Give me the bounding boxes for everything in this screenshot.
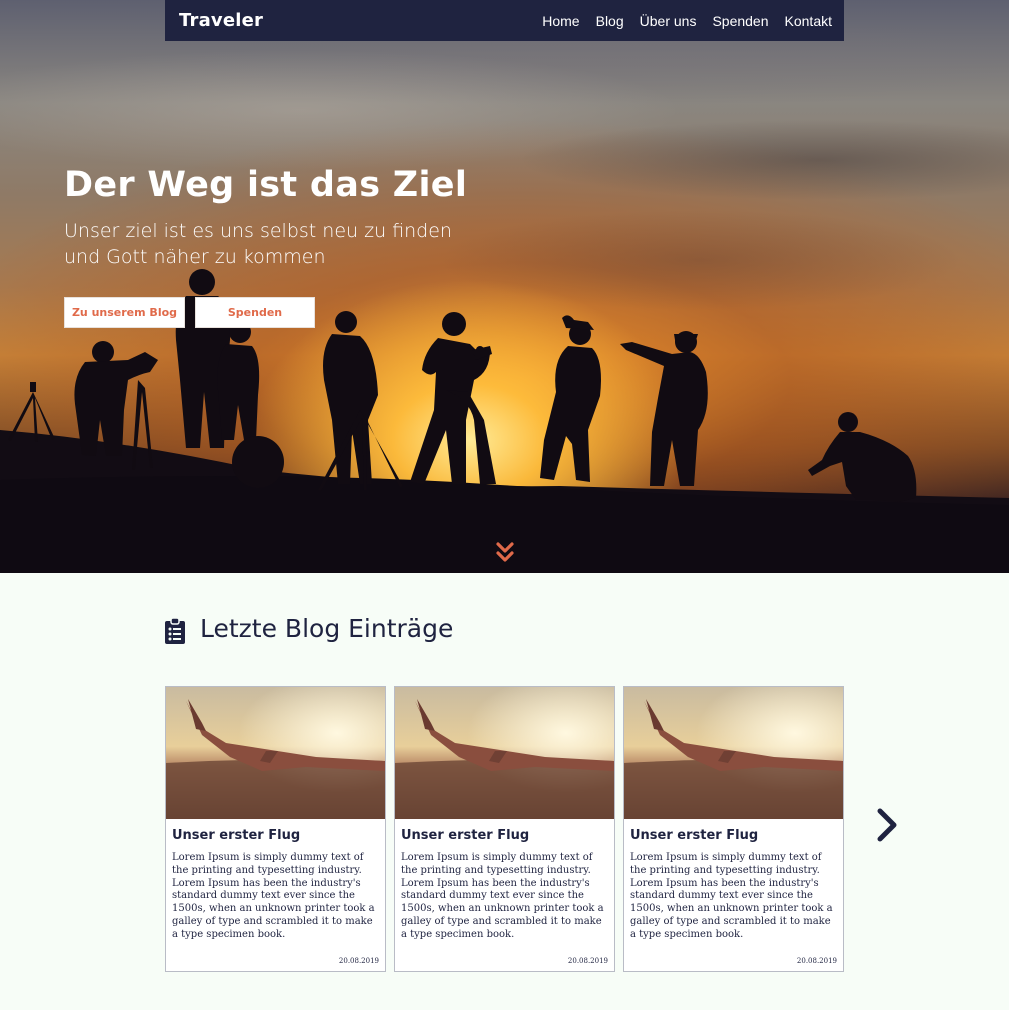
nav-link-contact[interactable]: Kontakt (785, 13, 832, 29)
nav-links: Home Blog Über uns Spenden Kontakt (526, 13, 832, 29)
top-navbar: Traveler Home Blog Über uns Spenden Kont… (165, 0, 844, 41)
hero-silhouette-image (0, 269, 1009, 573)
brand-logo[interactable]: Traveler (179, 10, 263, 31)
hero-section: Traveler Home Blog Über uns Spenden Kont… (0, 0, 1009, 573)
blog-card[interactable]: Unser erster Flug Lorem Ipsum is simply … (623, 686, 844, 972)
airplane-wing-image (624, 687, 843, 819)
airplane-wing-image (166, 687, 385, 819)
chevron-right-icon[interactable] (876, 808, 898, 842)
airplane-wing-image (395, 687, 614, 819)
double-chevron-down-icon[interactable] (495, 542, 515, 564)
hero-title: Der Weg ist das Ziel (64, 165, 468, 205)
card-date: 20.08.2019 (796, 957, 837, 965)
blog-card[interactable]: Unser erster Flug Lorem Ipsum is simply … (165, 686, 386, 972)
donate-button[interactable]: Spenden (195, 297, 315, 328)
card-excerpt: Lorem Ipsum is simply dummy text of the … (172, 852, 375, 940)
blog-button[interactable]: Zu unserem Blog (64, 297, 185, 328)
card-date: 20.08.2019 (338, 957, 379, 965)
card-title[interactable]: Unser erster Flug (172, 828, 300, 843)
section-title: Letzte Blog Einträge (200, 614, 454, 643)
blog-card[interactable]: Unser erster Flug Lorem Ipsum is simply … (394, 686, 615, 972)
card-excerpt: Lorem Ipsum is simply dummy text of the … (630, 852, 833, 940)
card-date: 20.08.2019 (567, 957, 608, 965)
card-excerpt: Lorem Ipsum is simply dummy text of the … (401, 852, 604, 940)
clipboard-list-icon (165, 618, 185, 644)
hero-subtitle: Unser ziel ist es uns selbst neu zu find… (64, 220, 452, 268)
nav-link-about[interactable]: Über uns (640, 13, 697, 29)
nav-link-donate[interactable]: Spenden (712, 13, 768, 29)
nav-link-home[interactable]: Home (542, 13, 579, 29)
nav-link-blog[interactable]: Blog (596, 13, 624, 29)
card-title[interactable]: Unser erster Flug (401, 828, 529, 843)
card-title[interactable]: Unser erster Flug (630, 828, 758, 843)
